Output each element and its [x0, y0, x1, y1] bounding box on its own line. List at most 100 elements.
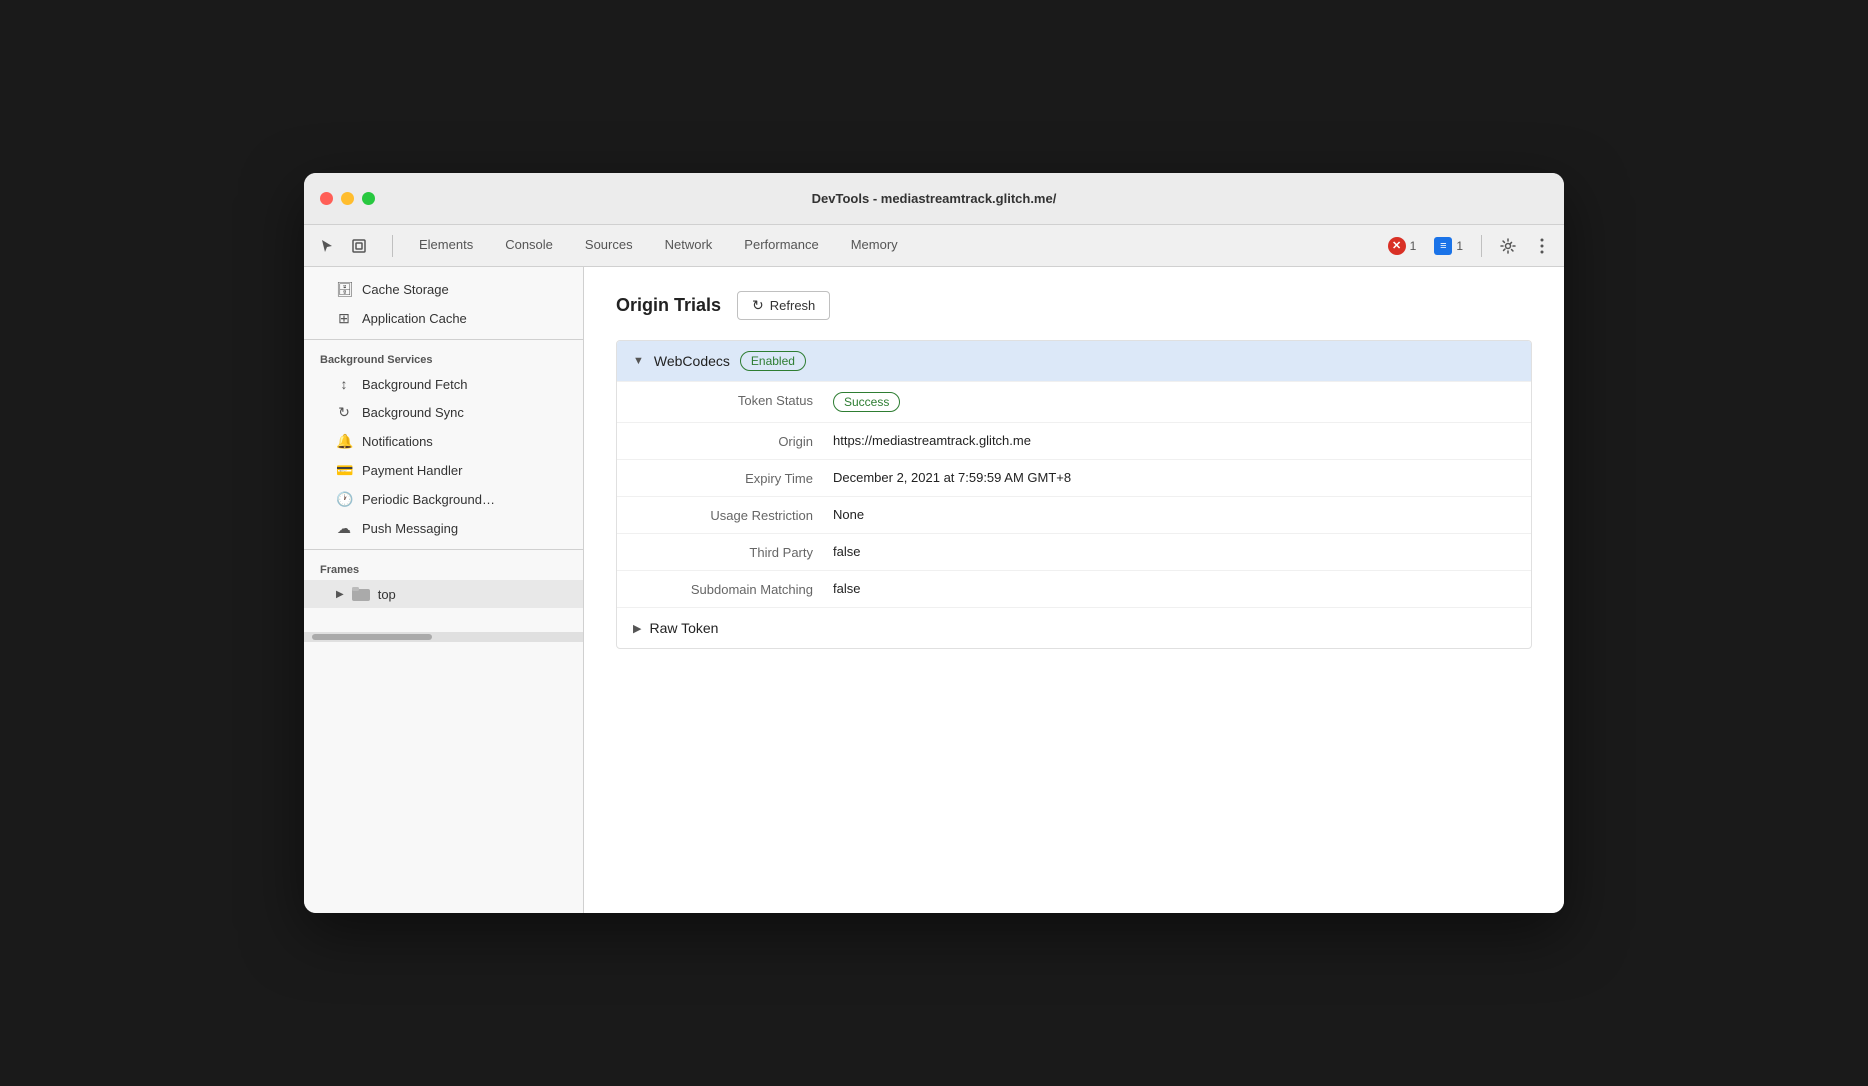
- expiry-time-value: December 2, 2021 at 7:59:59 AM GMT+8: [833, 470, 1071, 485]
- trial-section: ▼ WebCodecs Enabled Token Status Success…: [616, 340, 1532, 649]
- sidebar: 🗄 Cache Storage ⊞ Application Cache Back…: [304, 267, 584, 913]
- notifications-icon: 🔔: [336, 433, 352, 450]
- toolbar-tabs: Elements Console Sources Network Perform…: [403, 225, 914, 266]
- sidebar-item-application-cache[interactable]: ⊞ Application Cache: [304, 304, 583, 333]
- detail-row-token-status: Token Status Success: [617, 381, 1531, 422]
- minimize-button[interactable]: [341, 192, 354, 205]
- settings-icon[interactable]: [1494, 232, 1522, 260]
- application-cache-icon: ⊞: [336, 310, 352, 327]
- traffic-lights: [320, 192, 375, 205]
- trial-header[interactable]: ▼ WebCodecs Enabled: [617, 341, 1531, 381]
- titlebar: DevTools - mediastreamtrack.glitch.me/: [304, 173, 1564, 225]
- info-icon: ≡: [1434, 237, 1452, 255]
- background-services-header: Background Services: [304, 346, 583, 370]
- more-options-icon[interactable]: [1528, 232, 1556, 260]
- refresh-button[interactable]: ↻ Refresh: [737, 291, 830, 320]
- cache-storage-icon: 🗄: [336, 281, 352, 298]
- trial-details: Token Status Success Origin https://medi…: [617, 381, 1531, 648]
- detail-row-origin: Origin https://mediastreamtrack.glitch.m…: [617, 422, 1531, 459]
- detail-row-subdomain-matching: Subdomain Matching false: [617, 570, 1531, 607]
- sidebar-label-background-sync: Background Sync: [362, 405, 464, 420]
- trial-expand-icon: ▼: [633, 355, 644, 367]
- close-button[interactable]: [320, 192, 333, 205]
- sidebar-item-payment-handler[interactable]: 💳 Payment Handler: [304, 456, 583, 485]
- sidebar-label-notifications: Notifications: [362, 434, 433, 449]
- sidebar-label-payment-handler: Payment Handler: [362, 463, 462, 478]
- frames-top-label: top: [378, 587, 396, 602]
- panel-header: Origin Trials ↻ Refresh: [616, 291, 1532, 320]
- toolbar-right: ✕ 1 ≡ 1: [1382, 232, 1556, 260]
- refresh-icon: ↻: [752, 297, 764, 314]
- frames-header: Frames: [304, 556, 583, 580]
- subdomain-matching-label: Subdomain Matching: [633, 581, 833, 597]
- devtools-window: DevTools - mediastreamtrack.glitch.me/ E…: [304, 173, 1564, 913]
- payment-handler-icon: 💳: [336, 462, 352, 479]
- sidebar-label-background-fetch: Background Fetch: [362, 377, 468, 392]
- enabled-badge: Enabled: [740, 351, 806, 371]
- toolbar-icons: [312, 231, 374, 261]
- token-status-value: Success: [833, 392, 900, 412]
- info-badge-button[interactable]: ≡ 1: [1428, 234, 1469, 258]
- maximize-button[interactable]: [362, 192, 375, 205]
- main-content: 🗄 Cache Storage ⊞ Application Cache Back…: [304, 267, 1564, 913]
- usage-restriction-value: None: [833, 507, 864, 522]
- sidebar-item-notifications[interactable]: 🔔 Notifications: [304, 427, 583, 456]
- background-services-section: Background Services ↕ Background Fetch ↻…: [304, 346, 583, 543]
- inspect-icon[interactable]: [344, 231, 374, 261]
- main-panel: Origin Trials ↻ Refresh ▼ WebCodecs Enab…: [584, 267, 1564, 913]
- error-badge-button[interactable]: ✕ 1: [1382, 234, 1423, 258]
- refresh-label: Refresh: [770, 298, 816, 313]
- tab-elements[interactable]: Elements: [403, 225, 489, 266]
- periodic-background-icon: 🕐: [336, 491, 352, 508]
- tab-console[interactable]: Console: [489, 225, 569, 266]
- storage-section: 🗄 Cache Storage ⊞ Application Cache: [304, 275, 583, 333]
- origin-label: Origin: [633, 433, 833, 449]
- trial-name: WebCodecs: [654, 353, 730, 369]
- third-party-label: Third Party: [633, 544, 833, 560]
- usage-restriction-label: Usage Restriction: [633, 507, 833, 523]
- tab-memory[interactable]: Memory: [835, 225, 914, 266]
- subdomain-matching-value: false: [833, 581, 860, 596]
- raw-token-label: Raw Token: [649, 620, 718, 636]
- origin-value: https://mediastreamtrack.glitch.me: [833, 433, 1031, 448]
- sidebar-label-application-cache: Application Cache: [362, 311, 467, 326]
- info-count: 1: [1456, 239, 1463, 253]
- background-sync-icon: ↻: [336, 404, 352, 421]
- sidebar-item-cache-storage[interactable]: 🗄 Cache Storage: [304, 275, 583, 304]
- sidebar-label-push-messaging: Push Messaging: [362, 521, 458, 536]
- sidebar-label-cache-storage: Cache Storage: [362, 282, 449, 297]
- window-title: DevTools - mediastreamtrack.glitch.me/: [812, 191, 1057, 206]
- sidebar-item-push-messaging[interactable]: ☁ Push Messaging: [304, 514, 583, 543]
- push-messaging-icon: ☁: [336, 520, 352, 537]
- expand-arrow-icon: ▶: [336, 589, 344, 600]
- raw-token-expand-icon: ▶: [633, 622, 641, 635]
- sidebar-label-periodic-background: Periodic Background…: [362, 492, 495, 507]
- error-icon: ✕: [1388, 237, 1406, 255]
- background-fetch-icon: ↕: [336, 376, 352, 392]
- panel-title: Origin Trials: [616, 295, 721, 316]
- token-status-label: Token Status: [633, 392, 833, 408]
- detail-row-third-party: Third Party false: [617, 533, 1531, 570]
- error-count: 1: [1410, 239, 1417, 253]
- sidebar-item-background-fetch[interactable]: ↕ Background Fetch: [304, 370, 583, 398]
- detail-row-usage-restriction: Usage Restriction None: [617, 496, 1531, 533]
- tab-sources[interactable]: Sources: [569, 225, 649, 266]
- sidebar-scrollbar-thumb[interactable]: [312, 634, 432, 640]
- toolbar-divider: [392, 235, 393, 257]
- toolbar: Elements Console Sources Network Perform…: [304, 225, 1564, 267]
- frames-section: Frames ▶ top: [304, 556, 583, 608]
- tab-network[interactable]: Network: [649, 225, 729, 266]
- cursor-icon[interactable]: [312, 231, 342, 261]
- sidebar-scrollbar[interactable]: [304, 632, 583, 642]
- sidebar-divider-2: [304, 549, 583, 550]
- raw-token-row[interactable]: ▶ Raw Token: [617, 607, 1531, 648]
- detail-row-expiry-time: Expiry Time December 2, 2021 at 7:59:59 …: [617, 459, 1531, 496]
- sidebar-item-background-sync[interactable]: ↻ Background Sync: [304, 398, 583, 427]
- sidebar-item-frames-top[interactable]: ▶ top: [304, 580, 583, 608]
- tab-performance[interactable]: Performance: [728, 225, 834, 266]
- sidebar-divider-1: [304, 339, 583, 340]
- expiry-time-label: Expiry Time: [633, 470, 833, 486]
- folder-icon: [352, 586, 370, 602]
- sidebar-item-periodic-background[interactable]: 🕐 Periodic Background…: [304, 485, 583, 514]
- toolbar-right-divider: [1481, 235, 1482, 257]
